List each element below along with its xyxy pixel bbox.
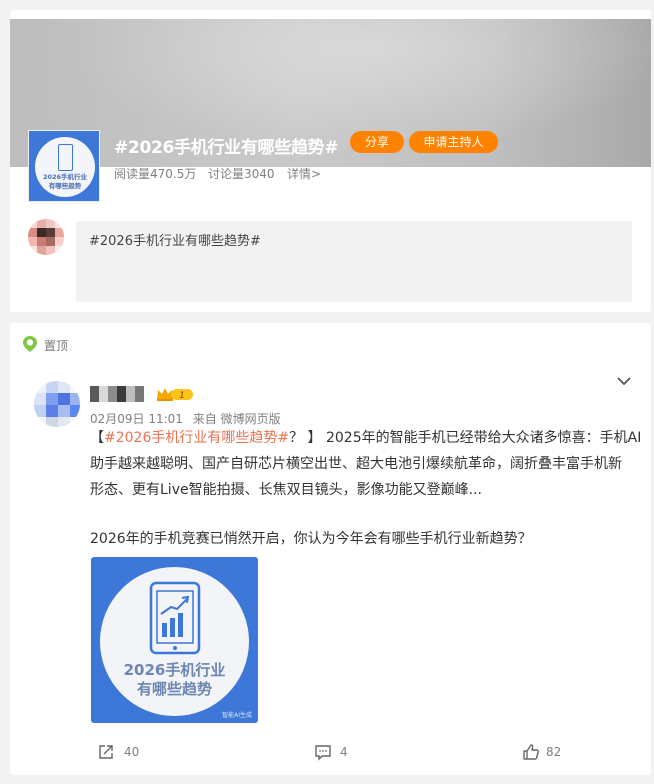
compose-box[interactable]: #2026手机行业有哪些趋势# (76, 221, 632, 302)
compose-text: #2026手机行业有哪些趋势# (89, 234, 261, 249)
post-source: 来自 微博网页版 (192, 412, 281, 426)
topic-title[interactable]: #2026手机行业有哪些趋势# (114, 133, 339, 158)
author-name[interactable] (90, 386, 146, 402)
phone-icon (58, 144, 73, 171)
vip-crown-icon: 1 (157, 388, 193, 401)
details-link[interactable]: 详情> (287, 165, 321, 182)
read-count: 阅读量470.5万 (114, 167, 197, 181)
post-card: 置顶 1 02月09日 11:01 来自 微博网页版 【#2026手机行业有哪些… (10, 323, 651, 775)
chevron-down-icon[interactable] (616, 374, 632, 388)
topic-thumbnail[interactable]: 2026手机行业 有哪些趋势 (28, 130, 100, 202)
thumbs-up-icon (523, 744, 539, 760)
pin-icon (23, 336, 37, 352)
repost-icon (99, 745, 113, 759)
like-count: 82 (546, 745, 562, 759)
image-caption-2: 有哪些趋势 (136, 680, 212, 698)
topic-card: 2026手机行业 有哪些趋势 #2026手机行业有哪些趋势# 分享 申请主持人 … (10, 10, 651, 312)
author-avatar[interactable] (34, 381, 80, 427)
post-date[interactable]: 02月09日 11:01 (90, 412, 183, 426)
repost-count: 40 (124, 745, 140, 759)
comment-button[interactable]: 4 (314, 743, 364, 763)
post-text-line-2: 助手越来越聪明、国产自研芯片横空出世、超大电池引爆续航革命，阔折叠丰富手机新 (90, 456, 622, 472)
post-text-line-1: 【#2026手机行业有哪些趋势#？ 】 2025年的智能手机已经带给大众诸多惊喜… (90, 430, 642, 446)
comment-icon (315, 745, 331, 761)
comment-count: 4 (340, 745, 348, 759)
post-text-line-4: 2026年的手机竞赛已悄然开启，你认为今年会有哪些手机行业新趋势？ (90, 531, 532, 547)
share-button[interactable]: 分享 (350, 131, 404, 153)
apply-host-button[interactable]: 申请主持人 (409, 131, 498, 153)
image-caption-1: 2026手机行业 (123, 661, 226, 679)
like-button[interactable]: 82 (522, 743, 582, 763)
svg-text:1: 1 (179, 391, 185, 401)
topic-link[interactable]: #2026手机行业有哪些趋势# (104, 430, 289, 446)
post-image[interactable]: 2026手机行业 有哪些趋势 智能AI生成 (91, 557, 258, 723)
phone-chart-icon (149, 581, 201, 655)
user-avatar[interactable] (28, 219, 64, 255)
repost-button[interactable]: 40 (97, 743, 157, 763)
image-footer: 智能AI生成 (222, 712, 252, 719)
discussion-count: 讨论量3040 (208, 167, 275, 181)
pinned-label: 置顶 (44, 339, 69, 353)
post-text-line-3: 形态、更有Live智能拍摄、长焦双目镜头，影像功能又登巅峰... (90, 482, 482, 498)
